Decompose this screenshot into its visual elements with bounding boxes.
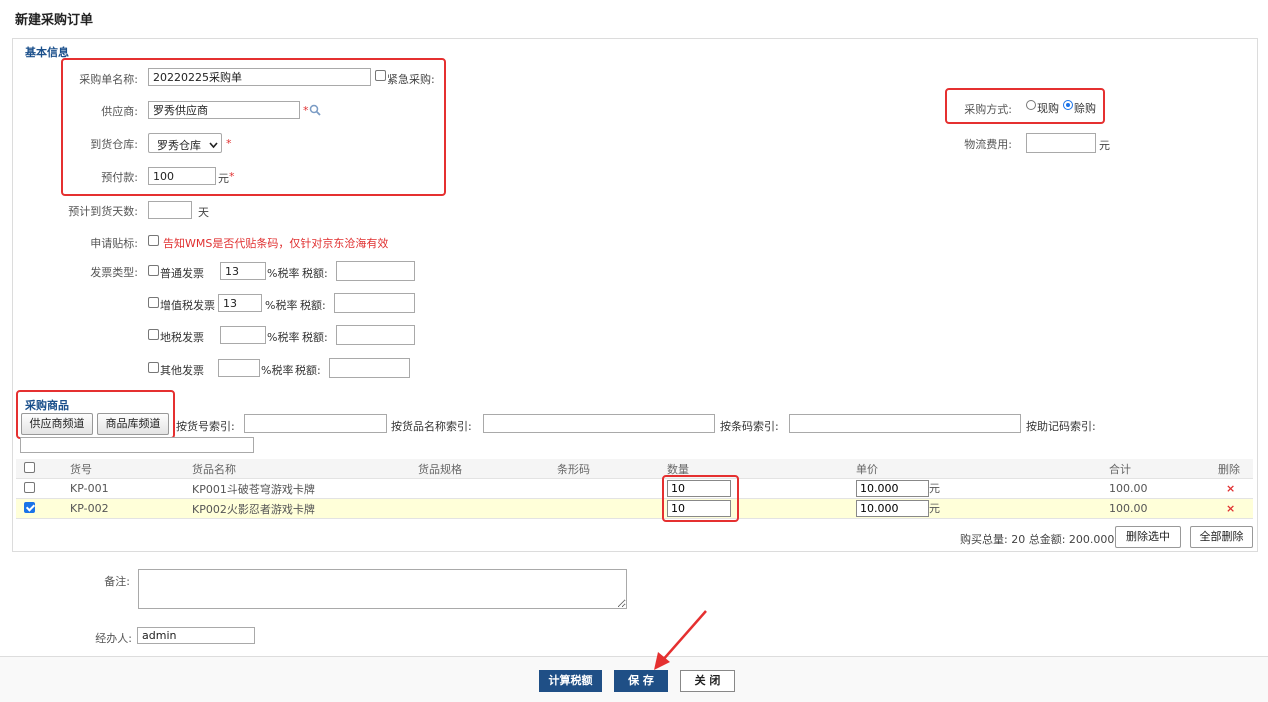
invoice-type-label: 发票类型: <box>90 266 138 279</box>
row-checkbox[interactable] <box>24 501 35 513</box>
cell-delete: × <box>1218 478 1253 499</box>
delete-icon[interactable]: × <box>1226 482 1235 495</box>
invoice-rate-input[interactable] <box>220 262 266 280</box>
invoice-tax-input[interactable] <box>329 358 410 378</box>
invoice-rate-text: %税率 <box>267 331 300 344</box>
highlight-basic-fields <box>61 58 446 196</box>
price-unit: 元 <box>929 502 940 515</box>
delete-selected-button[interactable]: 删除选中 <box>1115 526 1181 548</box>
row-checkbox[interactable] <box>24 481 35 493</box>
invoice-rate-input[interactable] <box>220 326 266 344</box>
delete-icon[interactable]: × <box>1226 502 1235 515</box>
remark-textarea[interactable] <box>138 569 627 609</box>
invoice-checkbox[interactable] <box>148 297 159 308</box>
column-header: 货品名称 <box>192 459 418 479</box>
label-apply-label: 申请贴标: <box>90 237 138 250</box>
search-name-input[interactable] <box>483 414 715 433</box>
invoice-rate-text: %税率 <box>265 299 298 312</box>
table-row: KP-002 KP002火影忍者游戏卡牌 元 100.00 × <box>16 498 1253 519</box>
label-apply-note: 告知WMS是否代贴条码，仅针对京东沧海有效 <box>163 237 389 250</box>
handler-label: 经办人: <box>95 632 132 645</box>
invoice-tax-label: 税额: <box>302 267 328 280</box>
cell-total: 100.00 <box>1109 478 1218 499</box>
search-memo-label: 按助记码索引: <box>1026 420 1096 433</box>
column-header: 货号 <box>70 459 192 479</box>
invoice-checkbox[interactable] <box>148 265 159 276</box>
eta-label: 预计到货天数: <box>68 205 138 218</box>
column-header: 条形码 <box>557 459 667 479</box>
cell-spec <box>418 498 557 519</box>
invoice-tax-label: 税额: <box>302 331 328 344</box>
row-select-cell <box>16 498 70 519</box>
invoice-name: 增值税发票 <box>160 299 215 312</box>
cell-spec <box>418 478 557 499</box>
price-unit: 元 <box>929 482 940 495</box>
column-header: 货品规格 <box>418 459 557 479</box>
column-header: 合计 <box>1109 459 1218 479</box>
cell-name: KP001斗破苍穹游戏卡牌 <box>192 478 418 499</box>
delete-all-button[interactable]: 全部删除 <box>1190 526 1253 548</box>
handler-input[interactable] <box>137 627 255 644</box>
search-barcode-input[interactable] <box>789 414 1021 433</box>
annotation-arrow-icon <box>654 610 707 670</box>
search-code-input[interactable] <box>244 414 387 433</box>
column-header: 单价 <box>856 459 1109 479</box>
invoice-tax-label: 税额: <box>300 299 326 312</box>
logistics-label: 物流费用: <box>964 138 1012 151</box>
select-all-cell <box>16 459 70 479</box>
search-code-label: 按货号索引: <box>176 420 235 433</box>
search-memo-input[interactable] <box>20 437 254 453</box>
invoice-name: 普通发票 <box>160 267 204 280</box>
invoice-tax-input[interactable] <box>336 325 415 345</box>
column-header: 删除 <box>1218 459 1253 479</box>
calc-tax-button[interactable]: 计算税额 <box>539 670 602 692</box>
row-select-cell <box>16 478 70 499</box>
invoice-tax-label: 税额: <box>295 364 321 377</box>
invoice-tax-input[interactable] <box>336 261 415 281</box>
cell-total: 100.00 <box>1109 498 1218 519</box>
invoice-rate-text: %税率 <box>261 364 294 377</box>
search-barcode-label: 按条码索引: <box>720 420 779 433</box>
cell-barcode <box>557 498 667 519</box>
highlight-purchase-mode <box>945 88 1105 124</box>
cell-name: KP002火影忍者游戏卡牌 <box>192 498 418 519</box>
table-row: KP-001 KP001斗破苍穹游戏卡牌 元 100.00 × <box>16 478 1253 499</box>
logistics-unit: 元 <box>1099 139 1110 152</box>
logistics-input[interactable] <box>1026 133 1096 153</box>
eta-input[interactable] <box>148 201 192 219</box>
invoice-rate-input[interactable] <box>218 294 262 312</box>
invoice-rate-input[interactable] <box>218 359 260 377</box>
label-apply-checkbox[interactable] <box>148 235 159 246</box>
price-input[interactable] <box>856 480 929 497</box>
cell-code: KP-001 <box>70 478 192 499</box>
table-header-row: 货号 货品名称 货品规格 条形码 数量 单价 合计 删除 <box>16 459 1253 479</box>
invoice-tax-input[interactable] <box>334 293 415 313</box>
invoice-name: 其他发票 <box>160 364 204 377</box>
page-title: 新建采购订单 <box>15 13 94 28</box>
invoice-name: 地税发票 <box>160 331 204 344</box>
invoice-checkbox[interactable] <box>148 362 159 373</box>
select-all-checkbox[interactable] <box>24 461 35 473</box>
remark-label: 备注: <box>104 575 130 588</box>
invoice-checkbox[interactable] <box>148 329 159 340</box>
cell-delete: × <box>1218 498 1253 519</box>
highlight-goods-channels <box>16 390 175 439</box>
invoice-rate-text: %税率 <box>267 267 300 280</box>
cell-code: KP-002 <box>70 498 192 519</box>
cell-price: 元 <box>856 478 1109 499</box>
price-input[interactable] <box>856 500 929 517</box>
cell-barcode <box>557 478 667 499</box>
cell-price: 元 <box>856 498 1109 519</box>
goods-table: 货号 货品名称 货品规格 条形码 数量 单价 合计 删除 KP-001 KP00… <box>16 459 1253 519</box>
goods-summary: 购买总量: 20 总金额: 200.000 <box>960 533 1115 546</box>
search-name-label: 按货品名称索引: <box>391 420 472 433</box>
eta-unit: 天 <box>198 206 209 219</box>
highlight-qty-column <box>662 475 739 522</box>
